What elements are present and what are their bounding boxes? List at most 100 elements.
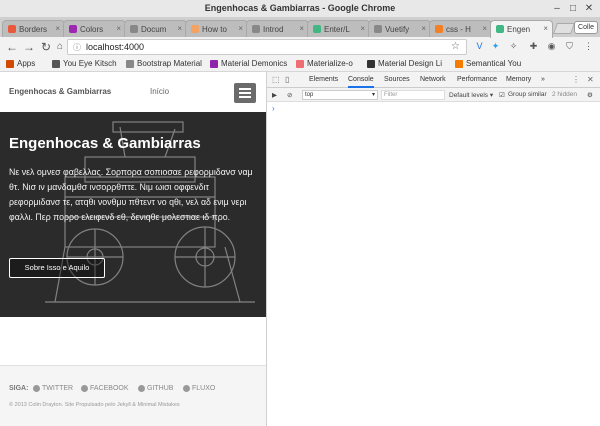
tab-label: Engen — [507, 25, 531, 34]
footer-link-github[interactable]: GITHUB — [138, 385, 173, 392]
bookmark-item[interactable]: Semantical You — [455, 59, 521, 68]
tab-vuetify[interactable]: Vuetify × — [368, 20, 431, 37]
bookmark-item[interactable]: Material Demonics — [210, 59, 287, 68]
tab-label: Docum — [141, 25, 167, 34]
tab-label: css - H — [446, 25, 471, 34]
chevron-down-icon: ▾ — [371, 92, 375, 98]
menu-dots-icon[interactable]: ⋮ — [583, 41, 594, 52]
tab-strip: Borders × Colors × Docum × How to × Intr… — [0, 18, 600, 38]
clear-console-icon[interactable]: ⊘ — [287, 91, 292, 99]
favicon-icon — [374, 25, 382, 33]
tab-label: Borders — [19, 25, 48, 34]
site-footer: SIGA: TWITTER FACEBOOK GITHUB FLUXO © 20… — [0, 366, 266, 426]
close-tab-icon[interactable]: × — [238, 24, 243, 33]
tab-enter[interactable]: Enter/L × — [307, 20, 370, 37]
back-icon[interactable]: ← — [5, 40, 19, 54]
page-viewport: Engenhocas & Gambiarras Início Engenhoca… — [0, 72, 267, 426]
minimize-icon[interactable]: – — [551, 3, 563, 15]
devtools-tab-elements[interactable]: Elements — [309, 76, 338, 83]
console-prompt[interactable]: › — [272, 104, 275, 113]
vue-devtools-icon[interactable]: V — [474, 41, 485, 52]
favicon-icon — [191, 25, 199, 33]
tab-docum[interactable]: Docum × — [124, 20, 187, 37]
log-levels-dropdown[interactable]: Default levels ▾ — [449, 91, 493, 99]
extension-icon[interactable]: ◉ — [546, 41, 557, 52]
bookmark-label: Material Demonics — [221, 59, 288, 68]
footer-link-facebook[interactable]: FACEBOOK — [81, 385, 129, 392]
nav-link-inicio[interactable]: Início — [150, 87, 169, 96]
bookmark-item[interactable]: Materialize-o — [296, 59, 353, 68]
bookmark-icon — [52, 60, 60, 68]
devtools-tab-performance[interactable]: Performance — [457, 76, 497, 83]
github-icon — [138, 385, 145, 392]
footer-follow-label: SIGA: — [9, 385, 29, 392]
forward-icon[interactable]: → — [22, 40, 36, 54]
context-selector[interactable]: top ▾ — [302, 90, 378, 100]
devtools-tab-sources[interactable]: Sources — [384, 76, 410, 83]
close-tab-icon[interactable]: × — [482, 24, 487, 33]
footer-copyright: © 2013 Colin Drayton. Site Propulsado pe… — [9, 402, 180, 408]
favicon-icon — [252, 25, 260, 33]
devtools-more-tabs-icon[interactable]: » — [541, 76, 545, 83]
group-similar-checkbox[interactable]: ☑ — [499, 91, 505, 99]
favicon-icon — [69, 25, 77, 33]
console-settings-gear-icon[interactable]: ⚙ — [587, 91, 593, 99]
close-tab-icon[interactable]: × — [55, 24, 60, 33]
new-tab-button[interactable] — [552, 23, 576, 34]
devtools-tab-network[interactable]: Network — [420, 76, 446, 83]
tab-label: Enter/L — [324, 25, 350, 34]
about-button[interactable]: Sobre Isso e Aquilo — [9, 258, 105, 278]
info-icon[interactable]: ⓘ — [73, 41, 81, 55]
bookmark-icon — [210, 60, 218, 68]
footer-link-twitter[interactable]: TWITTER — [33, 385, 73, 392]
group-similar-label: Group similar — [508, 91, 547, 98]
twitter-icon[interactable]: ✦ — [490, 41, 501, 52]
hero-title: Engenhocas & Gambiarras — [9, 135, 201, 152]
tab-introd[interactable]: Introd × — [246, 20, 309, 37]
window-title: Engenhocas & Gambiarras - Google Chrome — [204, 3, 396, 13]
address-bar[interactable]: ⓘ localhost:4000 ☆ — [67, 39, 467, 55]
bookmark-item[interactable]: You Eye Kitsch — [52, 59, 117, 68]
site-brand-link[interactable]: Engenhocas & Gambiarras — [9, 87, 111, 96]
close-tab-icon[interactable]: × — [116, 24, 121, 33]
device-toolbar-icon[interactable]: ▯ — [285, 75, 289, 84]
maximize-icon[interactable]: □ — [567, 3, 579, 15]
star-icon[interactable]: ☆ — [451, 40, 460, 54]
devtools-close-icon[interactable]: ✕ — [587, 75, 594, 84]
puzzle-icon[interactable]: ✚ — [528, 41, 539, 52]
close-tab-icon[interactable]: × — [421, 24, 426, 33]
devtools-tab-memory[interactable]: Memory — [506, 76, 531, 83]
tab-engenhocas[interactable]: Engen × — [490, 20, 553, 38]
shield-icon[interactable]: ⛉ — [564, 41, 575, 52]
bookmark-label: You Eye Kitsch — [63, 59, 117, 68]
devtools-tab-console[interactable]: Console — [348, 76, 374, 88]
hamburger-menu-icon[interactable] — [234, 83, 256, 103]
close-tab-icon[interactable]: × — [177, 24, 182, 33]
tab-colors[interactable]: Colors × — [63, 20, 126, 37]
window-titlebar: Engenhocas & Gambiarras - Google Chrome … — [0, 0, 600, 18]
bookmark-item[interactable]: Material Design Li — [367, 59, 442, 68]
favicon-icon — [8, 25, 16, 33]
inspect-element-icon[interactable]: ⬚ — [272, 75, 280, 84]
extension-icon[interactable]: ✧ — [508, 41, 519, 52]
close-tab-icon[interactable]: × — [543, 24, 548, 33]
footer-link-label: FLUXO — [192, 385, 216, 392]
reload-icon[interactable]: ↻ — [39, 40, 53, 54]
devtools-menu-icon[interactable]: ⋮ — [572, 75, 580, 84]
bookmark-icon — [455, 60, 463, 68]
tab-borders[interactable]: Borders × — [2, 20, 65, 37]
console-filter-input[interactable]: Filter — [381, 90, 445, 100]
bookmark-item[interactable]: Bootstrap Material — [126, 59, 202, 68]
bookmark-apps[interactable]: Apps — [6, 59, 35, 68]
favicon-icon — [313, 25, 321, 33]
tab-how-to[interactable]: How to × — [185, 20, 248, 37]
close-tab-icon[interactable]: × — [299, 24, 304, 33]
tab-css[interactable]: css - H × — [429, 20, 492, 37]
home-icon[interactable]: ⌂ — [53, 40, 67, 54]
footer-link-fluxo[interactable]: FLUXO — [183, 385, 215, 392]
user-profile-button[interactable]: Colle — [574, 21, 598, 34]
console-sidebar-icon[interactable]: ▶ — [272, 91, 277, 99]
close-tab-icon[interactable]: × — [360, 24, 365, 33]
close-window-icon[interactable]: ✕ — [583, 3, 595, 15]
bookmark-label: Material Design Li — [378, 59, 443, 68]
